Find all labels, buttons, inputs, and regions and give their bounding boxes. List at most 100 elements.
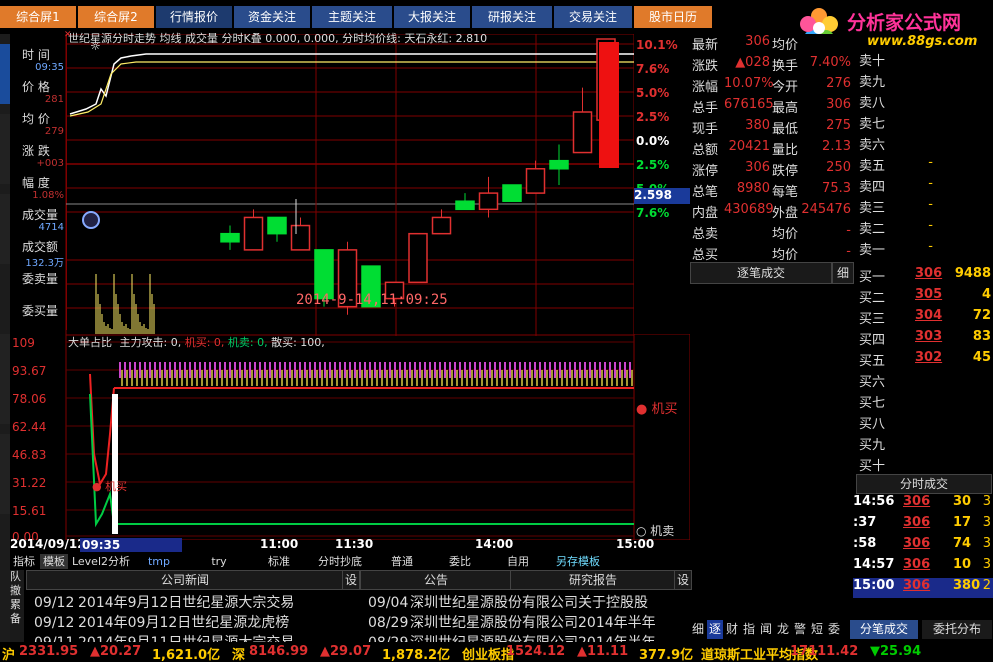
side-tab-1[interactable]: 逐 (707, 620, 723, 639)
tab-indicator[interactable]: 指标 (10, 554, 38, 569)
info-row: 总笔 8980 每笔 75.3 (690, 181, 853, 202)
info-label-2: 量比 (772, 143, 799, 158)
tab-screen2[interactable]: 综合屏2 (78, 6, 154, 28)
tick-time: 15:00 (853, 578, 895, 593)
pct-tick: 2.5% (636, 158, 670, 172)
buy-row: 买七 (853, 392, 993, 413)
side-tab-3[interactable]: 指 (741, 620, 757, 639)
tab-calendar[interactable]: 股市日历 (634, 6, 712, 28)
side-tab-5[interactable]: 龙 (775, 620, 791, 639)
tab-normal[interactable]: 普通 (376, 554, 428, 569)
info-label-2: 最低 (772, 122, 799, 137)
buy-row: 买一 306 9488 (853, 266, 993, 287)
tab-save-template[interactable]: 另存模板 (550, 554, 606, 569)
tab-capital[interactable]: 资金关注 (234, 6, 310, 28)
ticks-head[interactable]: 分时成交 (856, 474, 992, 494)
side-tab-4[interactable]: 闻 (758, 620, 774, 639)
cursor-time: 09:35 (80, 538, 182, 552)
buy-label: 买二 (859, 291, 886, 306)
tick-1400: 14:00 (475, 537, 514, 551)
side-tab-2[interactable]: 财 (724, 620, 740, 639)
tab-order-dist[interactable]: 委托分布 (922, 620, 992, 639)
tab-bottom-fish[interactable]: 分时抄底 (308, 554, 372, 569)
big-order-chart[interactable]: 10993.6778.0662.4446.8331.2215.610.00 (10, 334, 690, 540)
tick-time: :37 (853, 515, 877, 530)
announcement-head[interactable]: 公告 (360, 570, 512, 590)
tab-trade[interactable]: 交易关注 (554, 6, 632, 28)
tab-template[interactable]: 模板 (40, 554, 68, 569)
side-tab-time[interactable] (0, 194, 10, 264)
tick-price: 306 (903, 557, 931, 572)
tab-tick-trades[interactable]: 分笔成交 (850, 620, 918, 639)
sub-axis-label: 46.83 (12, 448, 46, 462)
tab-standard[interactable]: 标准 (254, 554, 304, 569)
sub-axis-label: 31.22 (12, 476, 46, 490)
tick-vol: 17 (953, 515, 972, 530)
sell-label: 卖一 (859, 243, 886, 258)
detail-button[interactable]: 细 (832, 262, 854, 284)
company-news-head[interactable]: 公司新闻 (26, 570, 344, 590)
side-tab-8[interactable]: 委 (826, 620, 842, 639)
info-row: 总手 676165 最高 306 (690, 97, 853, 118)
info-row: 总额 20421 量比 2.13 (690, 139, 853, 160)
sub-jmai: 机卖: 0, (227, 336, 268, 349)
info-row: 涨停 306 跌停 250 (690, 160, 853, 181)
announcement-item[interactable]: 08/29深圳世纪星源股份有限公司2014年半年 (368, 612, 688, 632)
news-item[interactable]: 09/12 2014年09月12日世纪星源龙虎榜 (34, 612, 350, 632)
research-head[interactable]: 研究报告 (510, 570, 676, 590)
research-set-button[interactable]: 设 (674, 570, 692, 590)
info-value: 306 (745, 160, 770, 175)
tab-quotes[interactable]: 行情报价 (156, 6, 232, 28)
info-value: 430689 (724, 202, 774, 217)
tick-detail-button[interactable]: 逐笔成交 (690, 262, 832, 284)
cursor-icon (82, 211, 100, 229)
side-tab-tech[interactable] (0, 114, 10, 184)
buy-label: 买一 (859, 270, 886, 285)
info-label: 总卖 (692, 227, 719, 242)
tick-count: 2 (982, 578, 991, 593)
pct-tick: 5.0% (636, 86, 670, 100)
ticker-item: ▲29.07 (320, 644, 372, 659)
sub-attack: 主力攻击: 0, (119, 336, 182, 349)
tick-count: 3 (982, 536, 991, 551)
news-item[interactable]: 09/12 2014年9月12日世纪星源大宗交易 (34, 592, 350, 612)
tab-ratio[interactable]: 委比 (434, 554, 486, 569)
side-tab-main[interactable] (0, 334, 10, 424)
tick-row: 14:57 306 10 3 (853, 557, 993, 577)
tab-report[interactable]: 大报关注 (394, 6, 470, 28)
news-set-button[interactable]: 设 (342, 570, 360, 590)
side-tab-capital[interactable] (0, 44, 10, 104)
announcement-item[interactable]: 09/04 深圳世纪星源股份有限公司关于控股股 (368, 592, 688, 612)
info-value-2: 245476 (801, 202, 851, 217)
side-tab-7[interactable]: 短 (809, 620, 825, 639)
tick-vol: 74 (953, 536, 972, 551)
side-tab-depth[interactable] (0, 434, 10, 514)
tab-try[interactable]: try (194, 554, 244, 569)
ticker-item: 377.9亿 (639, 648, 694, 662)
tab-custom[interactable]: 自用 (490, 554, 546, 569)
tab-theme[interactable]: 主题关注 (312, 6, 392, 28)
intraday-chart[interactable]: ☼ (10, 34, 634, 336)
ticker-item: 深 (232, 648, 246, 662)
tab-tmp[interactable]: tmp (134, 554, 184, 569)
side-tab-0[interactable]: 细 (690, 620, 706, 639)
info-value: 306 (745, 34, 770, 49)
info-row: 最新 306 均价 (690, 34, 853, 55)
tick-price: 306 (903, 515, 931, 530)
pct-tick: 7.6% (636, 62, 670, 76)
sell-label: 卖十 (859, 54, 886, 69)
sell-vol: - (928, 218, 933, 233)
ticker-item: 1524.12 (506, 644, 566, 659)
tab-research[interactable]: 研报关注 (472, 6, 552, 28)
close-icon[interactable]: ✕ (64, 30, 72, 40)
tab-screen1[interactable]: 综合屏1 (0, 6, 76, 28)
legend-mark: ● 机买 (92, 480, 128, 493)
side-tab-6[interactable]: 警 (792, 620, 808, 639)
sell-row: 卖三 - (853, 197, 993, 218)
left-edge-bar[interactable] (0, 34, 10, 662)
sell-label: 卖四 (859, 180, 886, 195)
date-label: 2014/09/12 (10, 537, 86, 551)
news-side-tabs[interactable]: 队撤累备 (10, 570, 24, 642)
tab-level2[interactable]: Level2分析 (70, 554, 132, 569)
info-value-2: 75.3 (822, 181, 851, 196)
